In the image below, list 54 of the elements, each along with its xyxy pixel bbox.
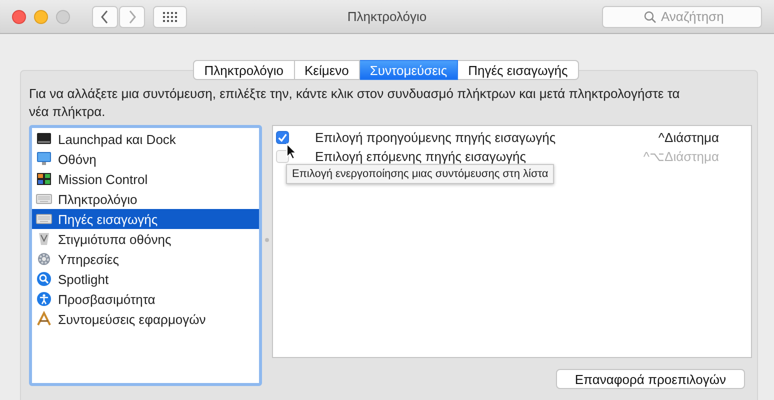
keyboard-icon <box>36 211 52 227</box>
person-icon <box>36 291 52 307</box>
shortcut-label: Επιλογή επόμενης πηγής εισαγωγής <box>315 149 526 164</box>
item-label: Προσβασιμότητα <box>58 292 156 306</box>
gear-icon <box>36 251 52 267</box>
restore-defaults-button[interactable]: Επαναφορά προεπιλογών <box>556 369 745 389</box>
minimize-button[interactable] <box>34 10 48 24</box>
item-label: Launchpad και Dock <box>58 132 176 146</box>
chevron-right-icon <box>127 10 137 24</box>
item-label: Οθόνη <box>58 152 96 166</box>
tools-icon <box>36 311 52 327</box>
search-icon <box>36 271 52 287</box>
grid-icon <box>163 12 177 22</box>
list-item[interactable]: Launchpad και Dock <box>32 129 259 149</box>
camera-icon <box>36 231 52 247</box>
instructions-text: Για να αλλάξετε μια συντόμευση, επιλέξτε την, κάντε κλικ στον συνδυασμό πλήκτρων και μετά πληκτρολογήστε τα νέα πλήκτρα. <box>29 85 681 121</box>
tab[interactable]: Κείμενο <box>294 60 360 80</box>
item-label: Πηγές εισαγωγής <box>58 212 158 226</box>
key-combo: ^⌥Διάστημα <box>643 149 719 164</box>
item-label: Πληκτρολόγιο <box>58 192 138 206</box>
item-label: Mission Control <box>58 172 148 186</box>
list-item[interactable]: Στιγμιότυπα οθόνης <box>32 229 259 249</box>
checkbox[interactable] <box>276 131 289 144</box>
item-label: Υπηρεσίες <box>58 252 120 266</box>
back-button[interactable] <box>92 6 118 28</box>
tab[interactable]: Πηγές εισαγωγής <box>458 60 579 80</box>
list-item[interactable]: Προσβασιμότητα <box>32 289 259 309</box>
tab[interactable]: Συντομεύσεις <box>360 60 458 80</box>
monitor-icon <box>36 151 52 167</box>
list-item[interactable]: Πληκτρολόγιο <box>32 189 259 209</box>
list-item[interactable]: Υπηρεσίες <box>32 249 259 269</box>
window-title: Πληκτρολόγιο <box>347 9 427 24</box>
dock-icon <box>36 131 52 147</box>
shortcut-label: Επιλογή προηγούμενης πηγής εισαγωγής <box>315 130 556 145</box>
list-item[interactable]: Mission Control <box>32 169 259 189</box>
list-item[interactable]: Πηγές εισαγωγής <box>32 209 259 229</box>
item-label: Συντομεύσεις εφαρμογών <box>58 312 206 326</box>
category-list[interactable]: Launchpad και Dock Οθόνη Mission Control Πληκτρολόγιο Πηγές εισαγωγής Στιγμιότυπα οθόνης Υπηρεσίες Spotlight Προσβασιμότητα Συντομεύσεις εφαρμογών <box>29 125 262 386</box>
item-label: Spotlight <box>58 272 109 286</box>
show-all-button[interactable] <box>153 6 187 28</box>
close-button[interactable] <box>12 10 26 24</box>
tab[interactable]: Πληκτρολόγιο <box>193 60 295 80</box>
list-item[interactable]: Συντομεύσεις εφαρμογών <box>32 309 259 329</box>
tooltip: Επιλογή ενεργοποίησης μιας συντόμευσης στη λίστα <box>286 164 554 184</box>
list-item[interactable]: Spotlight <box>32 269 259 289</box>
pointer-icon <box>286 143 297 160</box>
item-label: Στιγμιότυπα οθόνης <box>58 232 172 246</box>
list-item[interactable]: Οθόνη <box>32 149 259 169</box>
chevron-left-icon <box>100 10 110 24</box>
search-field[interactable]: Αναζήτηση <box>602 6 762 28</box>
key-combo: ^Διάστημα <box>658 130 719 145</box>
keyboard-icon <box>36 191 52 207</box>
splitter-handle[interactable] <box>265 238 269 242</box>
windows-icon <box>36 171 52 187</box>
